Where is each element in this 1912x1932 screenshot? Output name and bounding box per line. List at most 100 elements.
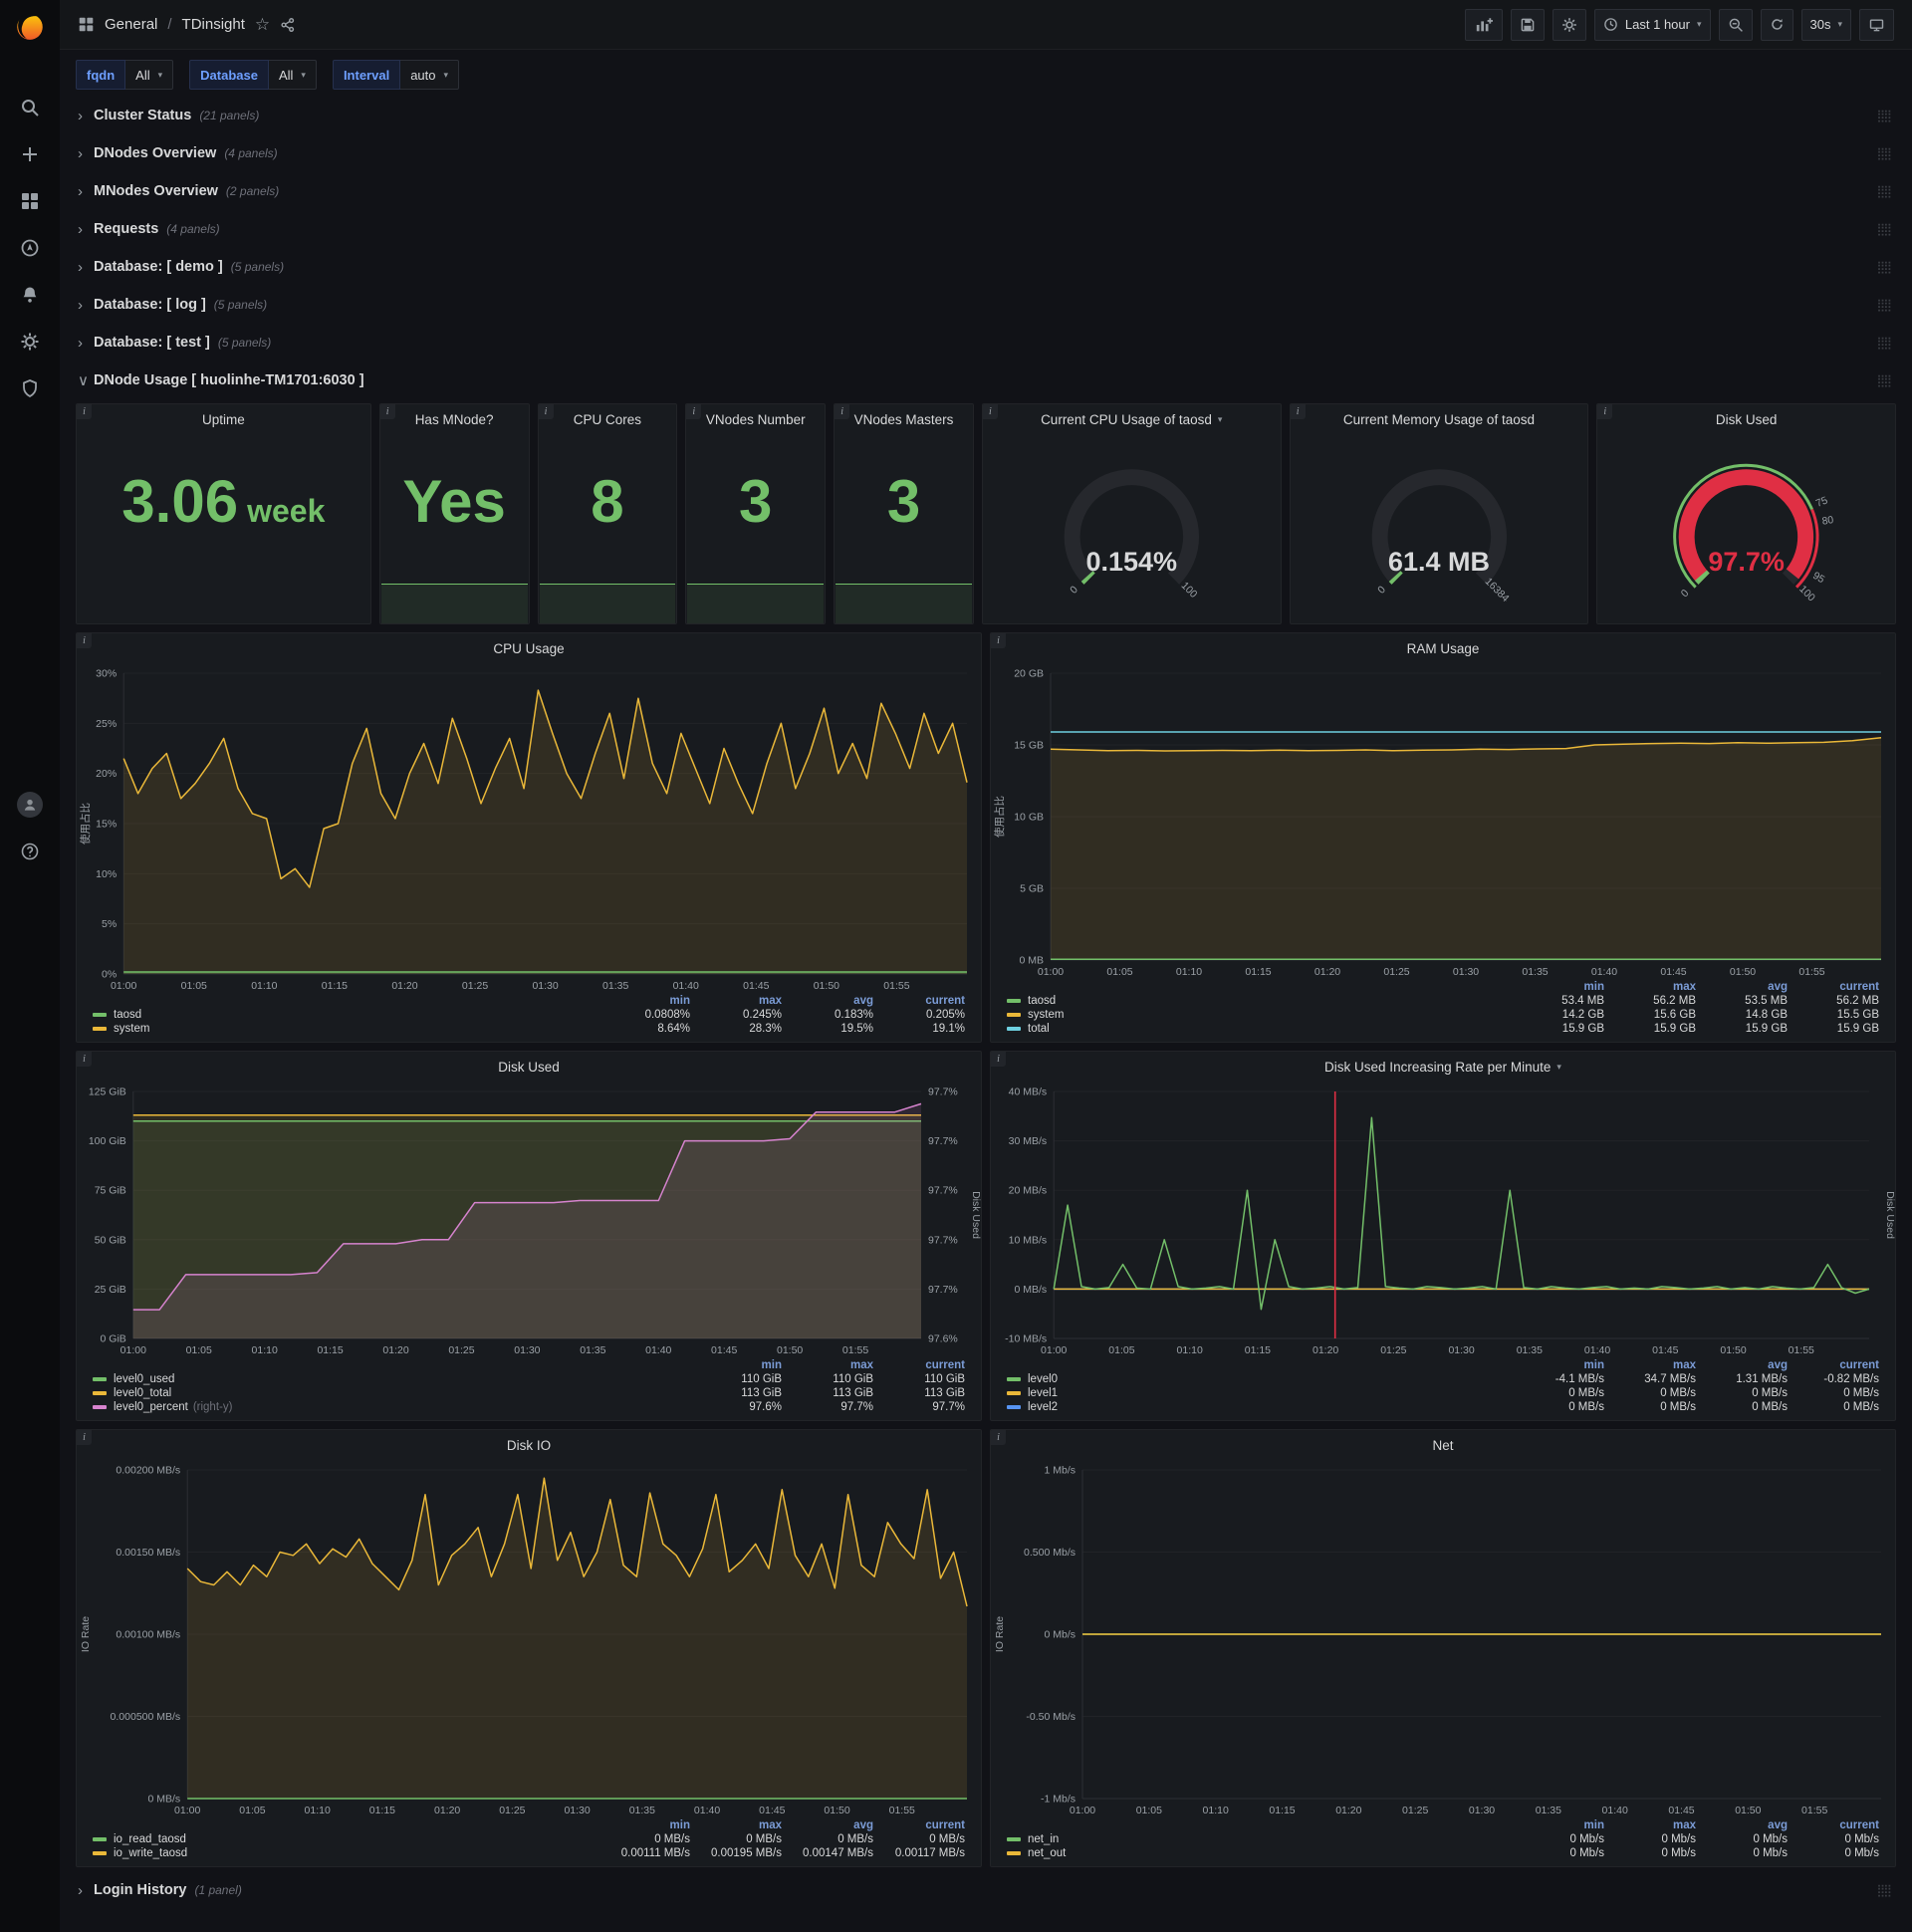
panel-info-icon[interactable]: i (991, 1430, 1006, 1445)
legend-series-name[interactable]: net_out (1028, 1847, 1066, 1859)
panel-title[interactable]: Net (991, 1430, 1895, 1460)
legend-series-name[interactable]: io_read_taosd (114, 1833, 186, 1845)
alerting-bell-icon[interactable] (20, 285, 40, 305)
legend-column-header[interactable]: current (877, 1358, 969, 1372)
row-header-database-test[interactable]: › Database: [ test ] (5 panels) ⣿⣿ (76, 328, 1896, 358)
panel-title[interactable]: CPU Usage (77, 633, 981, 663)
panel-title[interactable]: Current Memory Usage of taosd (1291, 404, 1588, 434)
share-icon[interactable] (280, 17, 296, 33)
panel-title[interactable]: Disk Used (77, 1052, 981, 1082)
legend-series-name[interactable]: level2 (1028, 1401, 1058, 1413)
panel-title[interactable]: Disk IO (77, 1430, 981, 1460)
refresh-interval-picker[interactable]: 30s ▾ (1800, 8, 1851, 41)
explore-compass-icon[interactable] (20, 238, 40, 258)
legend-column-header[interactable]: avg (1700, 1358, 1792, 1372)
legend-column-header[interactable]: min (1517, 1818, 1608, 1832)
row-header-dnodes-overview[interactable]: › DNodes Overview (4 panels) ⣿⣿ (76, 138, 1896, 168)
panel-info-icon[interactable]: i (991, 633, 1006, 648)
legend-series-name[interactable]: system (1028, 1009, 1064, 1021)
row-header-login-history[interactable]: › Login History (1 panel) ⣿⣿ (76, 1875, 1896, 1905)
drag-handle-icon[interactable]: ⣿⣿ (1876, 146, 1892, 160)
legend-column-header[interactable]: min (602, 994, 694, 1008)
drag-handle-icon[interactable]: ⣿⣿ (1876, 298, 1892, 312)
legend-column-header[interactable]: current (1792, 980, 1883, 994)
legend-column-header[interactable]: min (602, 1818, 694, 1832)
legend-series-name[interactable]: io_write_taosd (114, 1847, 187, 1859)
panel-info-icon[interactable]: i (991, 1052, 1006, 1067)
row-header-database-demo[interactable]: › Database: [ demo ] (5 panels) ⣿⣿ (76, 252, 1896, 282)
legend-series-name[interactable]: system (114, 1023, 149, 1035)
help-icon[interactable] (20, 842, 40, 861)
cycle-view-mode-button[interactable] (1859, 8, 1894, 41)
panel-info-icon[interactable]: i (835, 404, 850, 419)
variable-fqdn[interactable]: fqdn All ▾ (76, 60, 174, 90)
legend-column-header[interactable]: min (1517, 1358, 1608, 1372)
user-avatar[interactable] (17, 792, 43, 818)
legend-series-name[interactable]: total (1028, 1023, 1050, 1035)
add-panel-button[interactable] (1464, 8, 1503, 41)
legend-column-header[interactable]: min (1517, 980, 1608, 994)
drag-handle-icon[interactable]: ⣿⣿ (1876, 1883, 1892, 1897)
legend-column-header[interactable]: avg (1700, 980, 1792, 994)
legend-column-header[interactable]: current (1792, 1818, 1883, 1832)
row-header-dnode-usage[interactable]: ∨ DNode Usage [ huolinhe-TM1701:6030 ] ⣿… (76, 365, 1896, 395)
grafana-logo-icon[interactable] (13, 9, 47, 48)
variable-database[interactable]: Database All ▾ (189, 60, 317, 90)
legend-column-header[interactable]: max (694, 994, 786, 1008)
time-range-picker[interactable]: Last 1 hour ▾ (1593, 8, 1711, 41)
legend-column-header[interactable]: avg (786, 994, 877, 1008)
panel-info-icon[interactable]: i (77, 633, 92, 648)
refresh-button[interactable] (1760, 8, 1793, 41)
drag-handle-icon[interactable]: ⣿⣿ (1876, 222, 1892, 236)
zoom-out-time-button[interactable] (1718, 8, 1753, 41)
panel-info-icon[interactable]: i (982, 404, 998, 419)
create-plus-icon[interactable] (20, 144, 40, 164)
panel-title[interactable]: CPU Cores (539, 404, 677, 434)
panel-title[interactable]: Disk Used (1597, 404, 1895, 434)
legend-series-name[interactable]: net_in (1028, 1833, 1059, 1845)
panel-info-icon[interactable]: i (77, 1052, 92, 1067)
legend-column-header[interactable]: max (694, 1818, 786, 1832)
drag-handle-icon[interactable]: ⣿⣿ (1876, 184, 1892, 198)
dashboard-settings-button[interactable] (1552, 8, 1586, 41)
configuration-gear-icon[interactable] (20, 332, 40, 352)
panel-info-icon[interactable]: i (538, 404, 554, 419)
legend-column-header[interactable]: avg (1700, 1818, 1792, 1832)
panel-title[interactable]: Has MNode? (380, 404, 529, 434)
legend-column-header[interactable]: max (786, 1358, 877, 1372)
row-header-database-log[interactable]: › Database: [ log ] (5 panels) ⣿⣿ (76, 290, 1896, 320)
panel-title[interactable]: Current CPU Usage of taosd ▾ (983, 404, 1281, 434)
legend-series-name[interactable]: level0 (1028, 1373, 1058, 1385)
server-admin-shield-icon[interactable] (20, 378, 40, 398)
legend-series-name[interactable]: level1 (1028, 1387, 1058, 1399)
panel-title[interactable]: VNodes Masters (835, 404, 973, 434)
variable-interval[interactable]: Interval auto ▾ (332, 60, 460, 90)
panel-info-icon[interactable]: i (77, 1430, 92, 1445)
row-header-cluster-status[interactable]: › Cluster Status (21 panels) ⣿⣿ (76, 101, 1896, 130)
legend-column-header[interactable]: max (1608, 1358, 1700, 1372)
panel-info-icon[interactable]: i (1597, 404, 1613, 419)
panel-title[interactable]: VNodes Number (686, 404, 825, 434)
panel-info-icon[interactable]: i (379, 404, 395, 419)
legend-series-name[interactable]: taosd (114, 1009, 141, 1021)
legend-column-header[interactable]: max (1608, 1818, 1700, 1832)
drag-handle-icon[interactable]: ⣿⣿ (1876, 260, 1892, 274)
save-dashboard-button[interactable] (1510, 8, 1545, 41)
legend-column-header[interactable]: current (877, 994, 969, 1008)
panel-menu-caret-icon[interactable]: ▾ (1556, 1062, 1561, 1073)
legend-series-name[interactable]: taosd (1028, 995, 1056, 1007)
panel-title[interactable]: Disk Used Increasing Rate per Minute ▾ (991, 1052, 1895, 1082)
legend-series-name[interactable]: level0_total (114, 1387, 171, 1399)
dashboard-title[interactable]: TDinsight (182, 16, 245, 33)
drag-handle-icon[interactable]: ⣿⣿ (1876, 336, 1892, 350)
row-header-mnodes-overview[interactable]: › MNodes Overview (2 panels) ⣿⣿ (76, 176, 1896, 206)
panel-title[interactable]: Uptime (77, 404, 370, 434)
breadcrumb-section[interactable]: General (105, 16, 157, 33)
legend-series-name[interactable]: level0_used (114, 1373, 174, 1385)
panel-menu-caret-icon[interactable]: ▾ (1218, 414, 1223, 425)
panel-info-icon[interactable]: i (77, 404, 92, 419)
legend-column-header[interactable]: min (694, 1358, 786, 1372)
drag-handle-icon[interactable]: ⣿⣿ (1876, 109, 1892, 122)
dashboards-icon[interactable] (20, 191, 40, 211)
row-header-requests[interactable]: › Requests (4 panels) ⣿⣿ (76, 214, 1896, 244)
